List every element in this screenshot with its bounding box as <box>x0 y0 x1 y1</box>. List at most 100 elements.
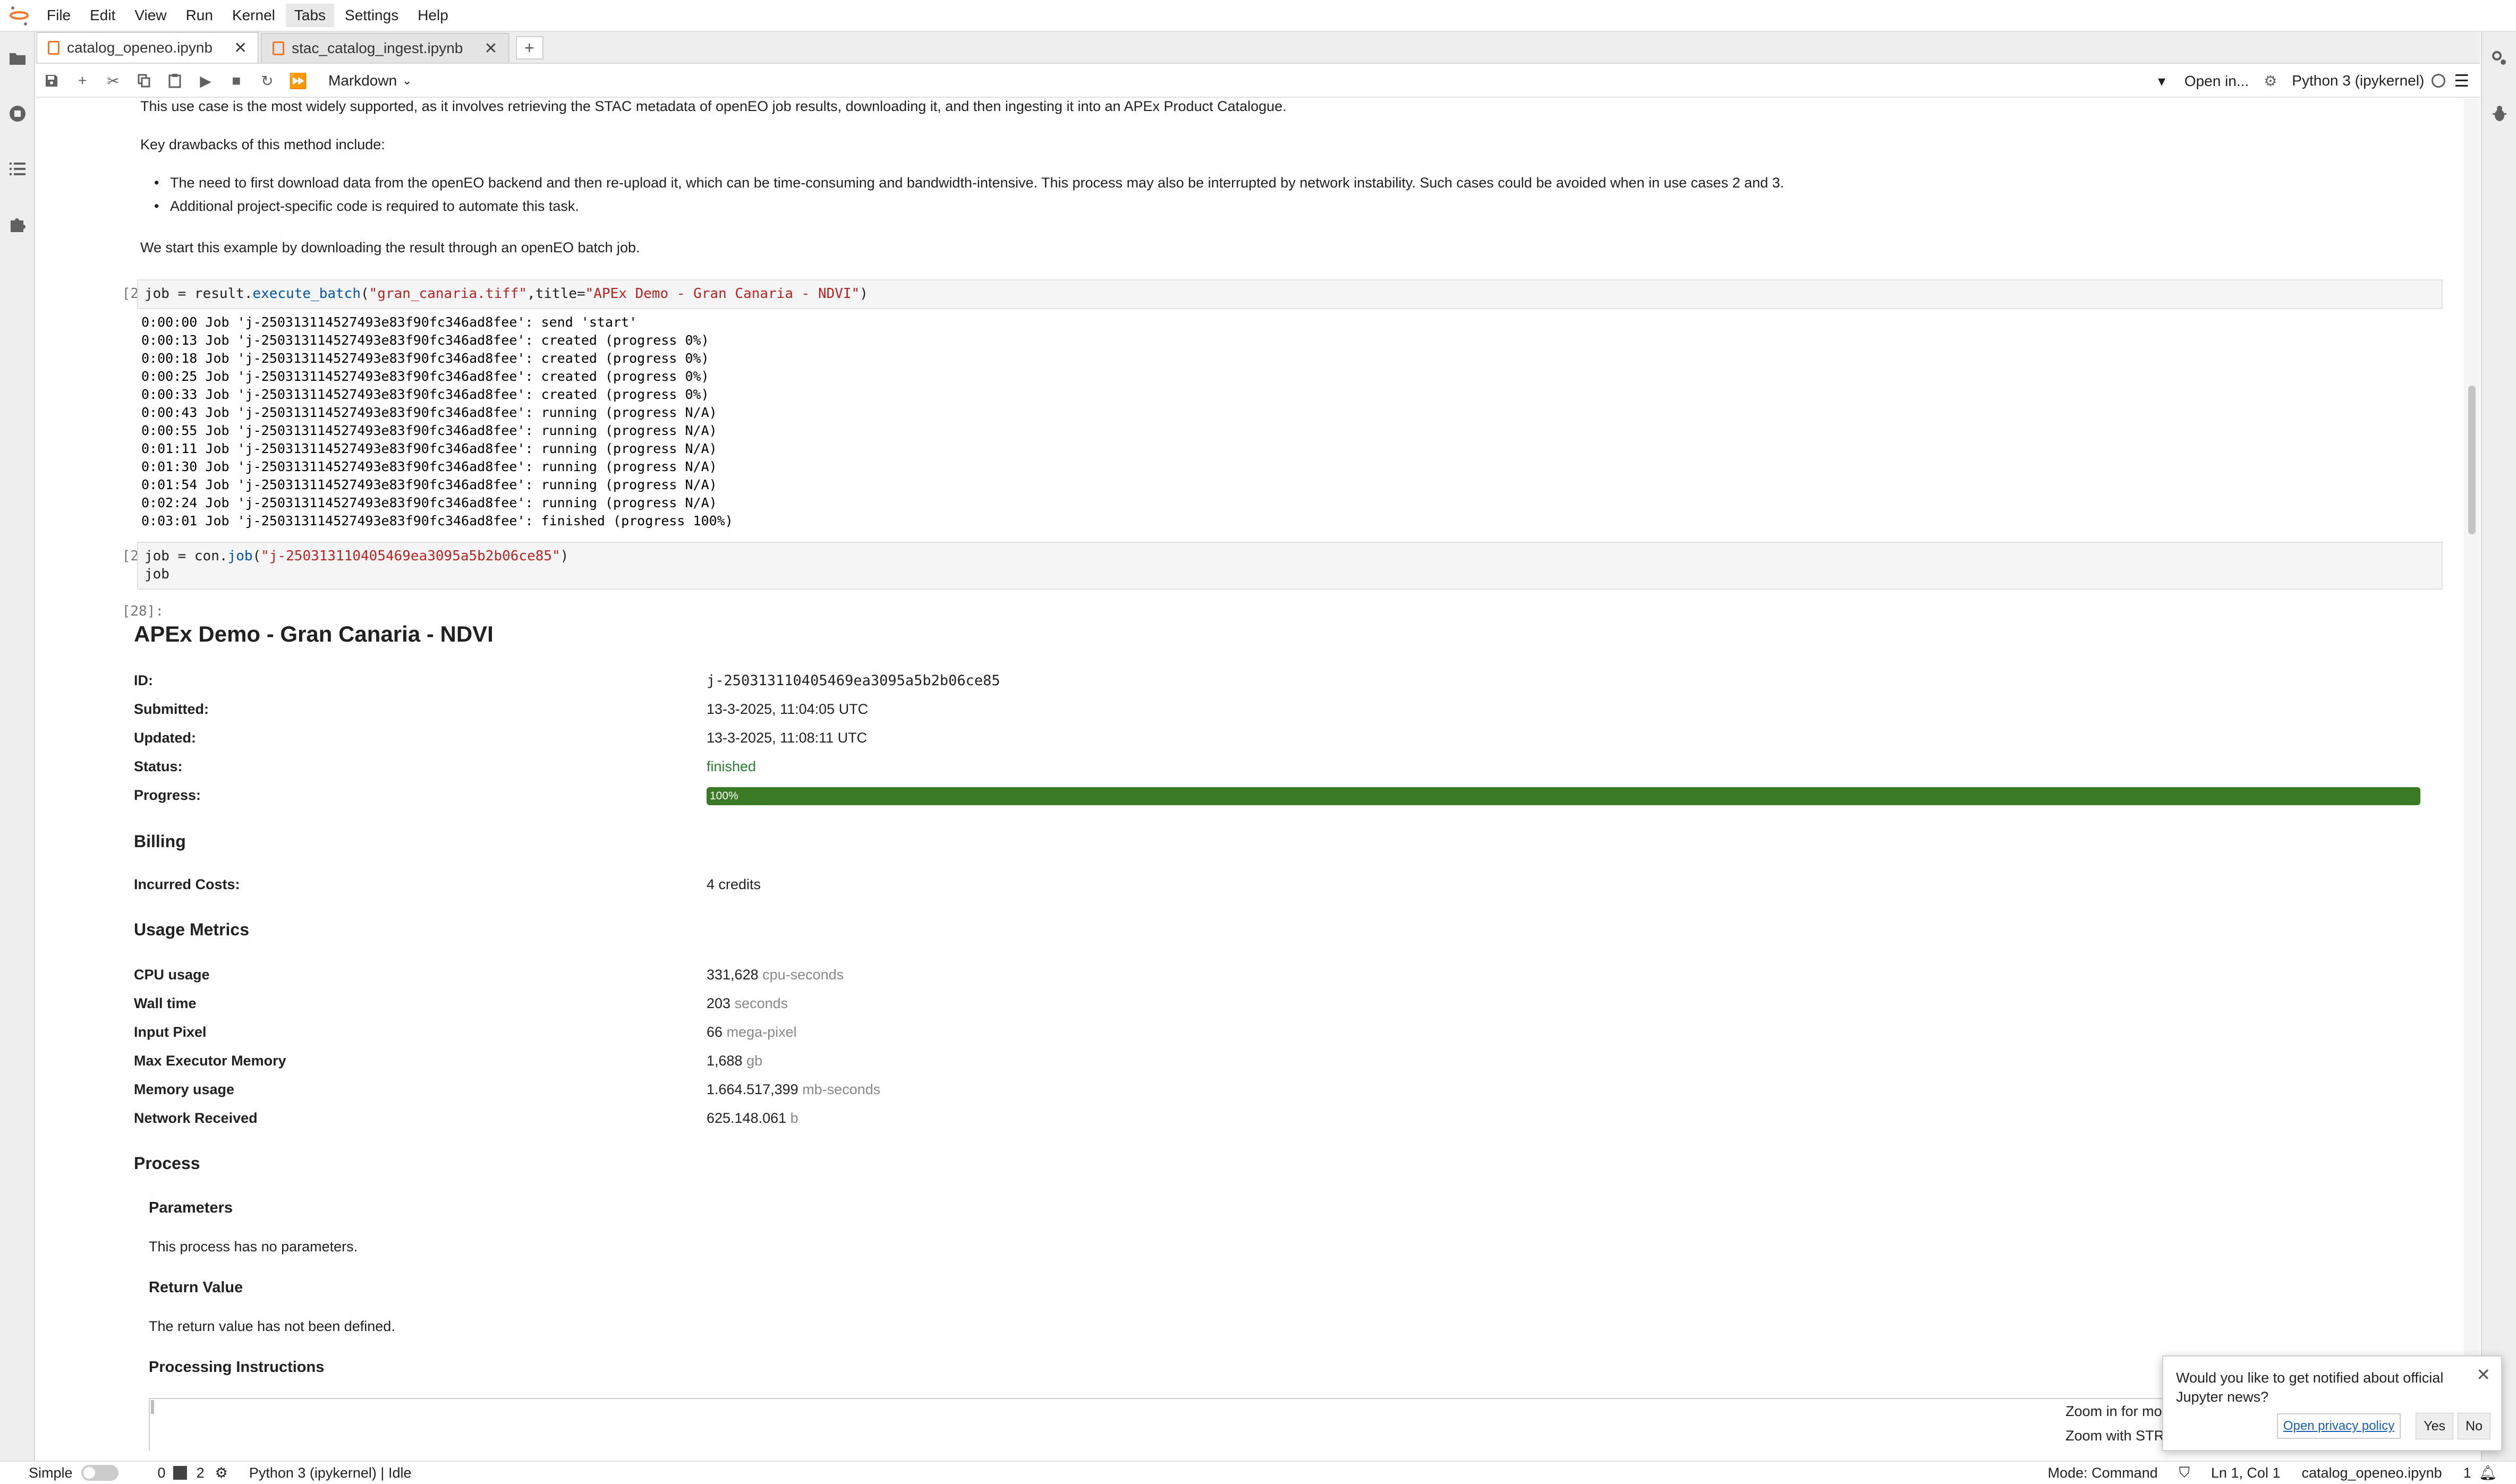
notebook-panel[interactable]: This use case is the most widely support… <box>36 99 2464 1451</box>
open-in-label: Open in... <box>2184 72 2249 89</box>
table-of-contents-icon[interactable] <box>7 158 28 180</box>
close-icon[interactable]: ✕ <box>234 39 247 57</box>
notebook-scrollbar[interactable] <box>2464 99 2480 1451</box>
job-id-label: ID: <box>134 672 153 688</box>
code-token: ( <box>361 286 369 302</box>
restart-icon[interactable]: ↻ <box>252 67 283 94</box>
settings-gear-icon[interactable]: ⚙ <box>2264 72 2277 90</box>
bullet-item: The need to first download data from the… <box>154 172 1784 193</box>
stop-icon[interactable]: ■ <box>221 67 252 94</box>
jupyter-logo-icon <box>0 0 38 31</box>
menu-hamburger-icon[interactable]: ☰ <box>2454 71 2469 91</box>
parameters-heading: Parameters <box>149 1199 233 1216</box>
metric-value: 1.664.517,399 mb-seconds <box>707 1081 880 1098</box>
metric-label: Wall time <box>134 995 197 1011</box>
menu-file[interactable]: File <box>38 4 79 27</box>
terminal-icon[interactable] <box>173 1466 187 1480</box>
status-bar: Simple 0 2 ⚙ Python 3 (ipykernel) | Idle… <box>0 1461 2516 1484</box>
copy-icon[interactable] <box>129 67 159 94</box>
kernel-count: 2 <box>196 1464 205 1481</box>
metric-unit: b <box>790 1110 798 1126</box>
privacy-policy-link[interactable]: Open privacy policy <box>2276 1413 2401 1439</box>
code-token: ) <box>860 286 868 302</box>
code-token: ) <box>560 548 569 564</box>
scrollbar-thumb[interactable] <box>2468 386 2476 534</box>
incurred-costs-label: Incurred Costs: <box>134 876 240 892</box>
cursor-position[interactable]: Ln 1, Col 1 <box>2211 1465 2281 1481</box>
menu-help[interactable]: Help <box>409 4 457 27</box>
metric-unit: cpu-seconds <box>762 967 844 983</box>
notification-count: 1 <box>2463 1464 2471 1481</box>
kernel-status-text[interactable]: Python 3 (ipykernel) | Idle <box>249 1465 412 1481</box>
process-heading: Process <box>134 1154 200 1173</box>
yes-button[interactable]: Yes <box>2416 1413 2454 1439</box>
kernel-status-icon <box>2432 74 2446 88</box>
metric-value: 1,688 gb <box>707 1053 762 1069</box>
output-line: 0:00:33 Job 'j-250313114527493e83f90fc34… <box>141 387 709 402</box>
kernel-name-button[interactable]: Python 3 (ipykernel) <box>2292 72 2424 89</box>
cut-icon[interactable]: ✂ <box>98 67 129 94</box>
menu-run[interactable]: Run <box>177 4 222 27</box>
kernel-gear-icon[interactable]: ⚙ <box>215 1465 228 1481</box>
usage-metrics-heading: Usage Metrics <box>134 920 249 939</box>
metric-number: 1.664.517,399 <box>707 1081 798 1097</box>
save-icon[interactable] <box>36 67 67 94</box>
running-kernels-icon[interactable] <box>7 103 28 124</box>
menu-edit[interactable]: Edit <box>81 4 124 27</box>
cell-type-select[interactable]: Markdown ⌄ <box>328 72 412 89</box>
tab-catalog-openeo[interactable]: catalog_openeo.ipynb ✕ <box>36 32 259 63</box>
code-cell-con-job[interactable]: job = con.job("j-250313110405469ea3095a5… <box>137 542 2443 590</box>
menu-kernel[interactable]: Kernel <box>224 4 284 27</box>
output-line: 0:00:18 Job 'j-250313114527493e83f90fc34… <box>141 351 709 366</box>
metric-unit: mega-pixel <box>726 1024 797 1040</box>
fast-forward-icon[interactable]: ⏩ <box>283 67 313 94</box>
tab-stac-catalog-ingest[interactable]: stac_catalog_ingest.ipynb ✕ <box>261 33 509 63</box>
close-icon[interactable]: ✕ <box>2476 1365 2490 1384</box>
bell-icon[interactable]: 🔔︎ <box>2479 1464 2497 1481</box>
folder-icon[interactable] <box>7 48 28 69</box>
output-prompt: [28]: <box>122 603 164 619</box>
trusted-shield-icon[interactable]: ⛉ <box>2179 1464 2190 1481</box>
output-line: 0:00:55 Job 'j-250313114527493e83f90fc34… <box>141 423 717 438</box>
code-token: job = con. <box>144 548 228 564</box>
metric-label: Memory usage <box>134 1081 235 1097</box>
menu-view[interactable]: View <box>126 4 175 27</box>
document-tab-bar: catalog_openeo.ipynb ✕ stac_catalog_inge… <box>36 32 2480 64</box>
code-token: "gran_canaria.tiff" <box>369 286 528 302</box>
extension-puzzle-icon[interactable] <box>7 214 28 235</box>
zoom-hint-line: Zoom with STRG <box>2066 1428 2172 1444</box>
run-icon[interactable]: ▶ <box>190 67 221 94</box>
paste-icon[interactable] <box>159 67 190 94</box>
incurred-costs-value: 4 credits <box>707 876 761 892</box>
metric-number: 66 <box>707 1024 723 1040</box>
close-icon[interactable]: ✕ <box>484 39 497 58</box>
progress-bar-fill: 100% <box>707 787 2420 805</box>
no-button[interactable]: No <box>2458 1413 2490 1439</box>
code-cell-execute-batch[interactable]: job = result.execute_batch("gran_canaria… <box>137 279 2443 309</box>
metric-value: 625.148.061 b <box>707 1110 798 1127</box>
status-label: Status: <box>134 758 183 774</box>
new-launcher-button[interactable]: + <box>515 36 543 59</box>
insert-cell-icon[interactable]: + <box>67 67 98 94</box>
open-in-dropdown[interactable]: ▾ Open in... <box>2143 72 2249 90</box>
zoom-hint-line: Zoom in for more <box>2066 1403 2172 1419</box>
property-inspector-icon[interactable] <box>2489 48 2510 69</box>
debugger-bug-icon[interactable] <box>2489 103 2510 124</box>
parameters-text: This process has no parameters. <box>149 1239 358 1255</box>
left-sidebar <box>0 32 35 1461</box>
menu-settings[interactable]: Settings <box>336 4 407 27</box>
metric-number: 625.148.061 <box>707 1110 787 1126</box>
submitted-label: Submitted: <box>134 701 209 717</box>
progress-label: Progress: <box>134 787 201 803</box>
output-line: 0:00:43 Job 'j-250313114527493e83f90fc34… <box>141 405 717 420</box>
job-id-value: j-250313110405469ea3095a5b2b06ce85 <box>707 672 1000 689</box>
updated-label: Updated: <box>134 730 196 746</box>
caret-down-icon: ▾ <box>2157 72 2170 89</box>
simple-mode-label: Simple <box>29 1464 73 1481</box>
return-value-heading: Return Value <box>149 1279 243 1296</box>
graph-cursor <box>151 1400 154 1414</box>
current-file-name: catalog_openeo.ipynb <box>2301 1464 2442 1481</box>
notebook-icon <box>273 41 285 55</box>
simple-mode-toggle[interactable] <box>81 1465 118 1481</box>
menu-tabs[interactable]: Tabs <box>285 4 335 27</box>
